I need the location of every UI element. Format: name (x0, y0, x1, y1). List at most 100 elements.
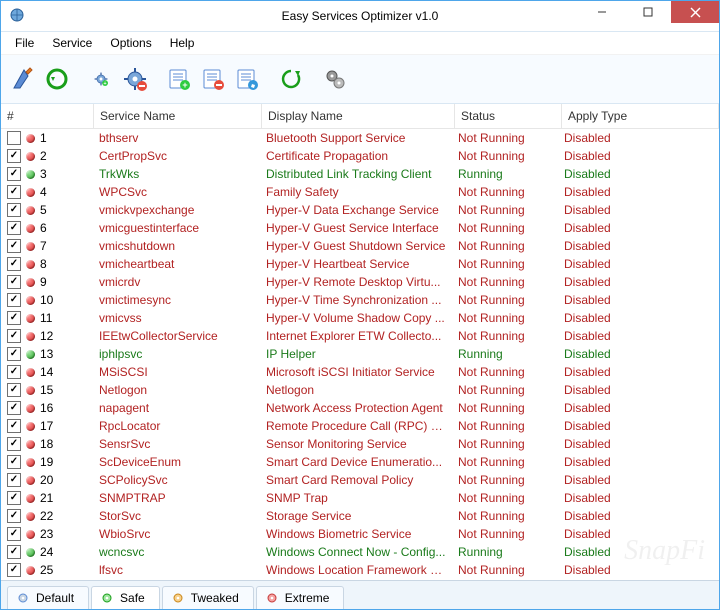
row-checkbox[interactable] (7, 437, 21, 451)
table-row[interactable]: 12IEEtwCollectorServiceInternet Explorer… (1, 327, 719, 345)
row-checkbox[interactable] (7, 275, 21, 289)
status-dot-icon (26, 332, 35, 341)
service-name: vmickvpexchange (93, 203, 260, 217)
service-remove-button[interactable] (119, 63, 151, 95)
settings-button[interactable] (319, 63, 351, 95)
table-row[interactable]: 24wcncsvcWindows Connect Now - Config...… (1, 543, 719, 561)
table-row[interactable]: 5vmickvpexchangeHyper-V Data Exchange Se… (1, 201, 719, 219)
row-checkbox[interactable] (7, 149, 21, 163)
tab-tweaked[interactable]: Tweaked (162, 586, 254, 609)
col-number[interactable]: # (1, 104, 94, 128)
table-row[interactable]: 16napagentNetwork Access Protection Agen… (1, 399, 719, 417)
restore-button[interactable] (41, 63, 73, 95)
display-name: Windows Location Framework S... (260, 563, 452, 577)
row-checkbox[interactable] (7, 491, 21, 505)
tab-extreme[interactable]: Extreme (256, 586, 345, 609)
table-row[interactable]: 1bthservBluetooth Support ServiceNot Run… (1, 129, 719, 147)
svg-text:+: + (182, 80, 187, 90)
row-checkbox[interactable] (7, 347, 21, 361)
row-checkbox[interactable] (7, 311, 21, 325)
display-name: Family Safety (260, 185, 452, 199)
row-checkbox[interactable] (7, 221, 21, 235)
row-checkbox[interactable] (7, 563, 21, 577)
apply-type: Disabled (558, 203, 719, 217)
table-row[interactable]: 9vmicrdvHyper-V Remote Desktop Virtu...N… (1, 273, 719, 291)
row-checkbox[interactable] (7, 239, 21, 253)
service-name: vmicheartbeat (93, 257, 260, 271)
row-checkbox[interactable] (7, 545, 21, 559)
tab-default[interactable]: Default (7, 586, 89, 609)
row-checkbox[interactable] (7, 329, 21, 343)
services-grid[interactable]: # Service Name Display Name Status Apply… (1, 104, 719, 580)
table-row[interactable]: 23WbioSrvcWindows Biometric ServiceNot R… (1, 525, 719, 543)
row-checkbox[interactable] (7, 365, 21, 379)
table-row[interactable]: 13iphlpsvcIP HelperRunningDisabled (1, 345, 719, 363)
row-checkbox[interactable] (7, 527, 21, 541)
display-name: Bluetooth Support Service (260, 131, 452, 145)
table-row[interactable]: 6vmicguestinterfaceHyper-V Guest Service… (1, 219, 719, 237)
row-checkbox[interactable] (7, 473, 21, 487)
table-row[interactable]: 3TrkWksDistributed Link Tracking ClientR… (1, 165, 719, 183)
minimize-button[interactable] (579, 1, 625, 23)
menu-help[interactable]: Help (162, 34, 203, 52)
col-service-name[interactable]: Service Name (94, 104, 262, 128)
row-index: 4 (40, 185, 54, 199)
service-name: vmictimesync (93, 293, 260, 307)
col-display-name[interactable]: Display Name (262, 104, 455, 128)
col-status[interactable]: Status (455, 104, 562, 128)
service-name: napagent (93, 401, 260, 415)
refresh-button[interactable] (275, 63, 307, 95)
status-dot-icon (26, 440, 35, 449)
service-add-button[interactable]: + (85, 63, 117, 95)
row-checkbox[interactable] (7, 419, 21, 433)
status-dot-icon (26, 350, 35, 359)
list-add-button[interactable]: + (163, 63, 195, 95)
apply-type: Disabled (558, 311, 719, 325)
list-edit-button[interactable] (231, 63, 263, 95)
table-row[interactable]: 8vmicheartbeatHyper-V Heartbeat ServiceN… (1, 255, 719, 273)
row-checkbox[interactable] (7, 509, 21, 523)
row-checkbox[interactable] (7, 383, 21, 397)
profile-tabs: Default Safe Tweaked Extreme (1, 580, 719, 609)
row-checkbox[interactable] (7, 203, 21, 217)
table-row[interactable]: 14MSiSCSIMicrosoft iSCSI Initiator Servi… (1, 363, 719, 381)
maximize-button[interactable] (625, 1, 671, 23)
table-row[interactable]: 10vmictimesyncHyper-V Time Synchronizati… (1, 291, 719, 309)
status: Not Running (452, 563, 558, 577)
table-row[interactable]: 15NetlogonNetlogonNot RunningDisabled (1, 381, 719, 399)
table-row[interactable]: 4WPCSvcFamily SafetyNot RunningDisabled (1, 183, 719, 201)
table-row[interactable]: 20SCPolicySvcSmart Card Removal PolicyNo… (1, 471, 719, 489)
table-row[interactable]: 7vmicshutdownHyper-V Guest Shutdown Serv… (1, 237, 719, 255)
tab-extreme-label: Extreme (285, 591, 330, 605)
menubar: File Service Options Help (1, 32, 719, 55)
menu-service[interactable]: Service (44, 34, 100, 52)
tab-safe[interactable]: Safe (91, 586, 160, 609)
table-row[interactable]: 11vmicvssHyper-V Volume Shadow Copy ...N… (1, 309, 719, 327)
table-row[interactable]: 18SensrSvcSensor Monitoring ServiceNot R… (1, 435, 719, 453)
apply-type: Disabled (558, 329, 719, 343)
table-row[interactable]: 21SNMPTRAPSNMP TrapNot RunningDisabled (1, 489, 719, 507)
close-button[interactable] (671, 1, 719, 23)
tab-safe-label: Safe (120, 591, 145, 605)
service-name: WPCSvc (93, 185, 260, 199)
row-checkbox[interactable] (7, 257, 21, 271)
optimize-button[interactable] (7, 63, 39, 95)
row-index: 11 (40, 311, 54, 325)
status-dot-icon (26, 368, 35, 377)
table-row[interactable]: 17RpcLocatorRemote Procedure Call (RPC) … (1, 417, 719, 435)
row-checkbox[interactable] (7, 455, 21, 469)
row-checkbox[interactable] (7, 401, 21, 415)
table-row[interactable]: 19ScDeviceEnumSmart Card Device Enumerat… (1, 453, 719, 471)
row-checkbox[interactable] (7, 185, 21, 199)
table-row[interactable]: 25lfsvcWindows Location Framework S...No… (1, 561, 719, 579)
row-checkbox[interactable] (7, 293, 21, 307)
col-apply-type[interactable]: Apply Type (562, 104, 719, 128)
table-row[interactable]: 2CertPropSvcCertificate PropagationNot R… (1, 147, 719, 165)
row-checkbox[interactable] (7, 167, 21, 181)
table-row[interactable]: 22StorSvcStorage ServiceNot RunningDisab… (1, 507, 719, 525)
menu-options[interactable]: Options (102, 34, 159, 52)
menu-file[interactable]: File (7, 34, 42, 52)
status: Not Running (452, 383, 558, 397)
row-checkbox[interactable] (7, 131, 21, 145)
list-remove-button[interactable] (197, 63, 229, 95)
